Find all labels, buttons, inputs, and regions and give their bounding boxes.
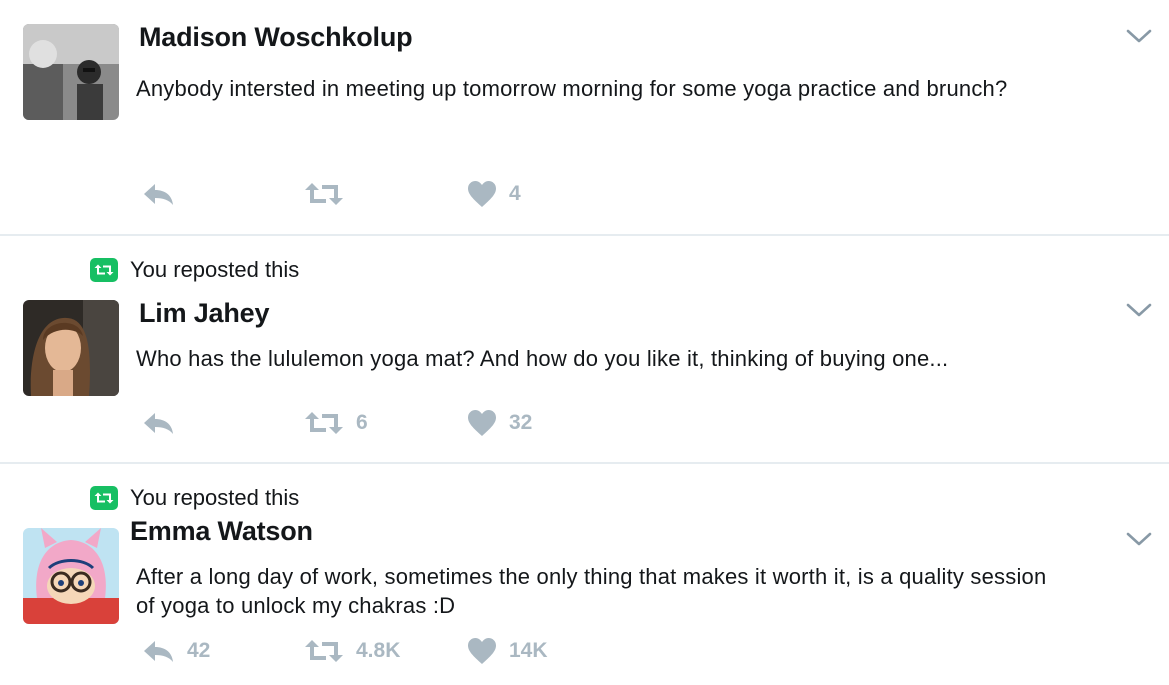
avatar[interactable]	[23, 24, 119, 120]
reply-button[interactable]: 42	[143, 634, 210, 668]
heart-icon	[468, 181, 496, 207]
like-count: 14K	[509, 639, 548, 662]
avatar[interactable]	[23, 300, 119, 396]
retweet-button[interactable]	[304, 177, 356, 211]
tweet-author-name[interactable]: Emma Watson	[130, 516, 313, 547]
tweet-text: Who has the lululemon yoga mat? And how …	[136, 346, 949, 371]
like-button[interactable]: 14K	[467, 634, 548, 668]
like-count: 32	[509, 411, 533, 434]
reply-icon	[144, 413, 173, 434]
reply-icon	[144, 184, 173, 205]
chevron-down-icon[interactable]	[1126, 28, 1152, 44]
heart-icon	[468, 638, 496, 664]
chevron-down-icon[interactable]	[1126, 302, 1152, 318]
repost-indicator: You reposted this	[90, 483, 299, 513]
retweet-button[interactable]: 6	[304, 406, 368, 440]
retweet-icon	[90, 486, 118, 510]
tweet-3[interactable]: You reposted this Emma Watson After a lo…	[0, 464, 1169, 685]
tweet-text: After a long day of work, sometimes the …	[136, 564, 1047, 618]
retweet-icon	[305, 412, 343, 434]
chevron-down-icon[interactable]	[1126, 531, 1152, 547]
like-button[interactable]: 32	[467, 406, 532, 440]
tweet-1[interactable]: Madison Woschkolup Anybody intersted in …	[0, 0, 1169, 234]
retweet-count: 4.8K	[356, 639, 401, 662]
retweet-count: 6	[356, 411, 368, 434]
retweet-button[interactable]: 4.8K	[304, 634, 400, 668]
retweet-icon	[305, 183, 343, 205]
repost-label: You reposted this	[130, 485, 300, 510]
retweet-icon	[305, 640, 343, 662]
repost-label: You reposted this	[130, 257, 300, 282]
tweet-author-name[interactable]: Lim Jahey	[139, 298, 269, 329]
repost-indicator: You reposted this	[90, 255, 299, 285]
reply-icon	[144, 641, 173, 662]
tweet-2[interactable]: You reposted this Lim Jahey Who has the …	[0, 236, 1169, 462]
like-button[interactable]: 4	[467, 177, 521, 211]
reply-button[interactable]	[143, 406, 187, 440]
tweet-author-name[interactable]: Madison Woschkolup	[139, 22, 413, 53]
retweet-icon	[90, 258, 118, 282]
reply-button[interactable]	[143, 177, 187, 211]
like-count: 4	[509, 182, 521, 205]
tweet-text: Anybody intersted in meeting up tomorrow…	[136, 76, 1008, 101]
reply-count: 42	[187, 639, 211, 662]
avatar[interactable]	[23, 528, 119, 624]
heart-icon	[468, 410, 496, 436]
